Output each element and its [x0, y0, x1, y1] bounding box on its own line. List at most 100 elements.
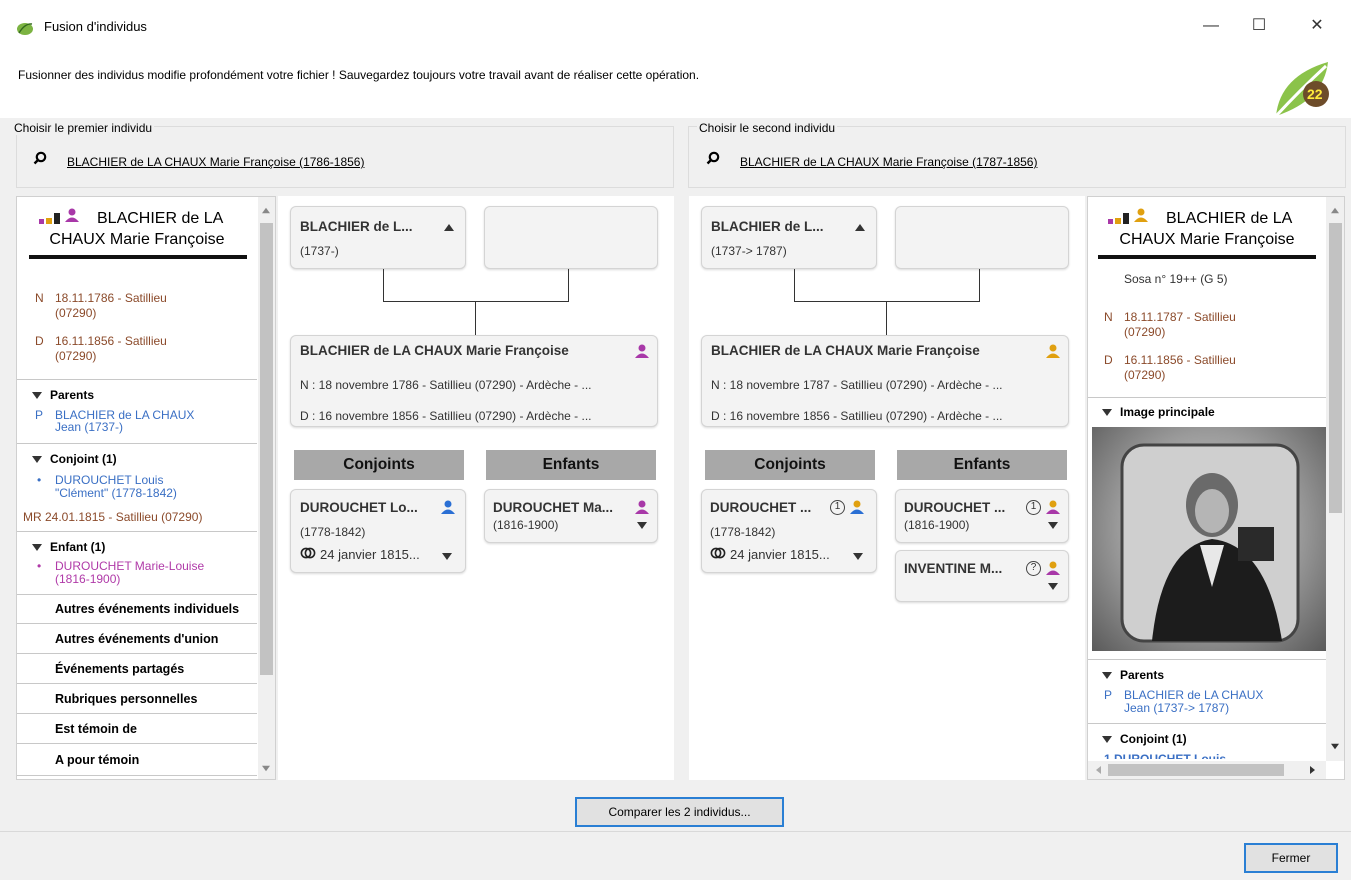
other-union-events-row[interactable]: Autres événements d'union — [55, 632, 218, 646]
right-panel-vscrollbar[interactable] — [1326, 197, 1344, 761]
other-individual-events-row[interactable]: Autres événements individuels — [55, 602, 257, 616]
spouse-card[interactable]: DUROUCHET Lo... (1778-1842) 24 janvier 1… — [290, 489, 466, 573]
app-leaf-icon — [17, 23, 33, 35]
child-card-1[interactable]: DUROUCHET ... 1 (1816-1900) — [895, 489, 1069, 543]
dropdown-arrow-icon[interactable] — [1048, 522, 1058, 529]
unknown-badge: ? — [1026, 561, 1041, 576]
spouse-bullet: • — [37, 473, 42, 487]
scroll-thumb[interactable] — [260, 223, 273, 675]
birth-label: N — [35, 291, 44, 305]
shared-events-row[interactable]: Événements partagés — [55, 662, 184, 676]
witness-of-row[interactable]: Est témoin de — [55, 722, 137, 736]
parents-section-toggle[interactable]: Parents — [1102, 668, 1164, 682]
logo-version: 22 — [1307, 86, 1323, 102]
dropdown-arrow-icon[interactable] — [1048, 583, 1058, 590]
close-window-button[interactable]: ✕ — [1294, 10, 1340, 42]
father-card[interactable]: BLACHIER de L... (1737-> 1787) — [701, 206, 877, 269]
dropdown-arrow-icon[interactable] — [637, 522, 647, 529]
main-portrait-image[interactable] — [1092, 427, 1326, 651]
divider — [1088, 397, 1326, 398]
child-card[interactable]: DUROUCHET Ma... (1816-1900) — [484, 489, 658, 543]
parent-link-line1[interactable]: BLACHIER de LA CHAUX — [1124, 688, 1263, 702]
scroll-right-icon[interactable] — [1310, 766, 1315, 774]
first-individual-select[interactable]: BLACHIER de LA CHAUX Marie Françoise (17… — [67, 155, 364, 169]
spouse-marriage: 24 janvier 1815... — [730, 547, 830, 562]
birth-value-1: 18.11.1786 - Satillieu — [55, 291, 167, 305]
right-panel-hscrollbar[interactable] — [1088, 761, 1326, 779]
child-section-toggle[interactable]: Enfant (1) — [32, 540, 105, 554]
collapse-triangle-icon — [32, 456, 42, 464]
father-card[interactable]: BLACHIER de L... (1737-) — [290, 206, 466, 269]
left-panel-scrollbar[interactable] — [258, 197, 275, 779]
spouse-section-toggle[interactable]: Conjoint (1) — [1102, 732, 1187, 746]
divider — [17, 775, 257, 776]
child-section-label: Enfant (1) — [50, 540, 106, 554]
left-panel-title-line1: BLACHIER de LA — [97, 210, 224, 227]
parents-section-toggle[interactable]: Parents — [32, 388, 94, 402]
mother-card-empty[interactable] — [484, 206, 658, 269]
mother-card-empty[interactable] — [895, 206, 1069, 269]
unknown-person-icon — [1134, 208, 1148, 222]
parent-link-line2[interactable]: Jean (1737-> 1787) — [1124, 701, 1229, 715]
spouse-partial-link[interactable]: 1 DUROUCHET Louis — [1104, 752, 1226, 759]
main-birth: N : 18 novembre 1787 - Satillieu (07290)… — [711, 378, 1003, 392]
marriage-event: MR 24.01.1815 - Satillieu (07290) — [23, 510, 203, 524]
left-panel-title-line2: CHAUX Marie Françoise — [49, 231, 225, 248]
spouse-link-line1[interactable]: DUROUCHET Louis — [55, 473, 163, 487]
child-link-line1[interactable]: DUROUCHET Marie-Louise — [55, 559, 204, 573]
enfants-header: Enfants — [897, 450, 1067, 480]
spouse-section-label: Conjoint (1) — [1120, 732, 1187, 746]
spouse-dates: (1778-1842) — [710, 525, 776, 539]
search-icon[interactable] — [706, 151, 720, 165]
count-badge: 1 — [1026, 500, 1041, 515]
main-individual-card[interactable]: BLACHIER de LA CHAUX Marie Françoise N :… — [290, 335, 658, 427]
right-individual-panel: BLACHIER de LA CHAUX Marie Françoise Sos… — [1087, 196, 1345, 780]
child-card-2[interactable]: INVENTINE M... ? — [895, 550, 1069, 602]
search-icon[interactable] — [33, 151, 47, 165]
conjoints-header: Conjoints — [294, 450, 464, 480]
connector-line — [794, 301, 980, 302]
expand-up-icon[interactable] — [444, 224, 454, 231]
parents-section-label: Parents — [1120, 668, 1165, 682]
collapse-triangle-icon — [32, 544, 42, 552]
spouse-section-toggle[interactable]: Conjoint (1) — [32, 452, 117, 466]
personal-sections-row[interactable]: Rubriques personnelles — [55, 692, 197, 706]
second-individual-select[interactable]: BLACHIER de LA CHAUX Marie Françoise (17… — [740, 155, 1037, 169]
dropdown-arrow-icon[interactable] — [853, 553, 863, 560]
close-button[interactable]: Fermer — [1244, 843, 1338, 873]
scroll-left-icon[interactable] — [1096, 766, 1101, 774]
connector-line — [794, 269, 795, 301]
minimize-button[interactable]: — — [1188, 10, 1234, 42]
father-name: BLACHIER de L... — [711, 219, 824, 234]
death-value-1: 16.11.1856 - Satillieu — [1124, 353, 1236, 367]
divider — [17, 743, 257, 744]
warning-notice: Fusionner des individus modifie profondé… — [18, 68, 700, 82]
female-person-icon — [635, 344, 649, 358]
maximize-button[interactable]: ☐ — [1236, 10, 1282, 42]
enfants-header: Enfants — [486, 450, 656, 480]
compare-button[interactable]: Comparer les 2 individus... — [575, 797, 784, 827]
scroll-up-icon[interactable] — [1331, 207, 1339, 214]
main-individual-card[interactable]: BLACHIER de LA CHAUX Marie Françoise N :… — [701, 335, 1069, 427]
dropdown-arrow-icon[interactable] — [442, 553, 452, 560]
main-birth: N : 18 novembre 1786 - Satillieu (07290)… — [300, 378, 592, 392]
divider — [17, 379, 257, 380]
father-dates: (1737-> 1787) — [711, 244, 787, 258]
scroll-up-icon[interactable] — [262, 207, 270, 214]
father-dates: (1737-) — [300, 244, 339, 258]
main-name: BLACHIER de LA CHAUX Marie Françoise — [300, 343, 569, 358]
divider — [17, 653, 257, 654]
divider — [17, 443, 257, 444]
scroll-down-icon[interactable] — [262, 765, 270, 772]
scroll-thumb[interactable] — [1329, 223, 1342, 513]
connector-line — [475, 301, 476, 335]
spouse-link-line2[interactable]: "Clément" (1778-1842) — [55, 486, 177, 500]
image-section-toggle[interactable]: Image principale — [1102, 405, 1215, 419]
expand-up-icon[interactable] — [855, 224, 865, 231]
parent-link-line2[interactable]: Jean (1737-) — [55, 420, 123, 434]
scroll-down-icon[interactable] — [1331, 743, 1339, 750]
child-link-line2[interactable]: (1816-1900) — [55, 572, 120, 586]
has-witness-row[interactable]: A pour témoin — [55, 753, 139, 767]
scroll-thumb[interactable] — [1108, 764, 1284, 776]
spouse-card[interactable]: DUROUCHET ... 1 (1778-1842) 24 janvier 1… — [701, 489, 877, 573]
